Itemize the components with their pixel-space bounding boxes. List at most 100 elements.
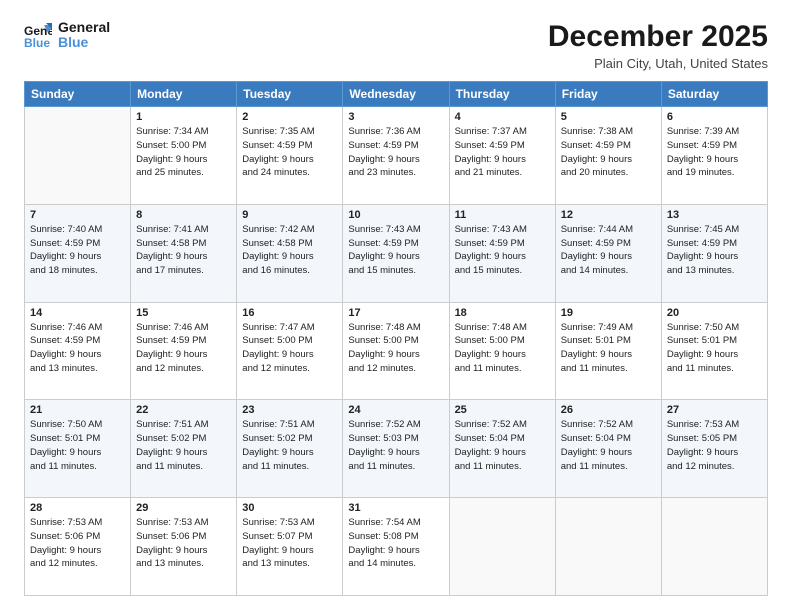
svg-text:Blue: Blue xyxy=(24,36,50,49)
day-info-line: Daylight: 9 hours xyxy=(455,349,526,360)
day-info-line: Daylight: 9 hours xyxy=(667,447,738,458)
day-info-line: Sunrise: 7:52 AM xyxy=(455,419,527,430)
day-info-line: and 13 minutes. xyxy=(667,265,735,276)
day-info-line: and 11 minutes. xyxy=(455,363,522,374)
location: Plain City, Utah, United States xyxy=(548,56,768,71)
day-info-line: and 18 minutes. xyxy=(30,265,98,276)
day-info-line: Sunset: 4:59 PM xyxy=(348,140,418,151)
day-info: Sunrise: 7:51 AMSunset: 5:02 PMDaylight:… xyxy=(242,418,337,473)
day-number: 14 xyxy=(30,307,125,319)
day-info-line: Sunrise: 7:51 AM xyxy=(136,419,208,430)
day-info: Sunrise: 7:54 AMSunset: 5:08 PMDaylight:… xyxy=(348,516,443,571)
day-info-line: and 12 minutes. xyxy=(242,363,310,374)
day-info-line: and 11 minutes. xyxy=(136,461,203,472)
day-number: 23 xyxy=(242,404,337,416)
day-info-line: Sunset: 4:59 PM xyxy=(242,140,312,151)
day-info-line: Sunrise: 7:42 AM xyxy=(242,224,314,235)
day-info-line: Daylight: 9 hours xyxy=(30,251,101,262)
day-info-line: Sunrise: 7:36 AM xyxy=(348,126,420,137)
day-info-line: Daylight: 9 hours xyxy=(30,349,101,360)
day-number: 3 xyxy=(348,111,443,123)
day-info-line: Daylight: 9 hours xyxy=(242,349,313,360)
day-info: Sunrise: 7:43 AMSunset: 4:59 PMDaylight:… xyxy=(348,223,443,278)
calendar-cell: 27Sunrise: 7:53 AMSunset: 5:05 PMDayligh… xyxy=(661,400,767,498)
day-number: 13 xyxy=(667,209,762,221)
day-info-line: and 15 minutes. xyxy=(348,265,416,276)
day-info-line: and 20 minutes. xyxy=(561,167,629,178)
day-info-line: Sunrise: 7:45 AM xyxy=(667,224,739,235)
calendar-cell: 25Sunrise: 7:52 AMSunset: 5:04 PMDayligh… xyxy=(449,400,555,498)
calendar-cell: 15Sunrise: 7:46 AMSunset: 4:59 PMDayligh… xyxy=(131,302,237,400)
day-info-line: Sunset: 5:08 PM xyxy=(348,531,418,542)
day-info: Sunrise: 7:41 AMSunset: 4:58 PMDaylight:… xyxy=(136,223,231,278)
day-info-line: Sunrise: 7:49 AM xyxy=(561,322,633,333)
calendar-week-row: 14Sunrise: 7:46 AMSunset: 4:59 PMDayligh… xyxy=(25,302,768,400)
logo-general: General xyxy=(58,20,110,35)
day-number: 27 xyxy=(667,404,762,416)
calendar-header-saturday: Saturday xyxy=(661,82,767,107)
day-info-line: Sunset: 5:04 PM xyxy=(561,433,631,444)
day-info-line: Sunrise: 7:44 AM xyxy=(561,224,633,235)
day-info-line: Sunrise: 7:53 AM xyxy=(136,517,208,528)
day-info: Sunrise: 7:49 AMSunset: 5:01 PMDaylight:… xyxy=(561,321,656,376)
day-info: Sunrise: 7:53 AMSunset: 5:06 PMDaylight:… xyxy=(30,516,125,571)
day-info: Sunrise: 7:39 AM Sunset: 4:59 PM Daylight:… xyxy=(667,125,762,180)
calendar-cell: 12Sunrise: 7:44 AMSunset: 4:59 PMDayligh… xyxy=(555,204,661,302)
day-number: 28 xyxy=(30,502,125,514)
day-info-line: Sunrise: 7:52 AM xyxy=(561,419,633,430)
calendar-header-wednesday: Wednesday xyxy=(343,82,449,107)
day-number: 25 xyxy=(455,404,550,416)
day-info-line: Sunset: 4:59 PM xyxy=(455,140,525,151)
day-info-line: Sunrise: 7:50 AM xyxy=(30,419,102,430)
calendar-cell: 6Sunrise: 7:39 AMSunset: 4:59 PMDaylight… xyxy=(661,107,767,205)
day-info-line: and 14 minutes. xyxy=(561,265,629,276)
logo: General Blue General Blue xyxy=(24,20,110,51)
calendar-cell: 10Sunrise: 7:43 AMSunset: 4:59 PMDayligh… xyxy=(343,204,449,302)
day-info-line: Sunrise: 7:53 AM xyxy=(30,517,102,528)
day-info-line: Daylight: 9 hours xyxy=(348,447,419,458)
calendar-cell xyxy=(449,498,555,596)
day-number: 21 xyxy=(30,404,125,416)
day-info-line: Sunset: 5:00 PM xyxy=(136,140,206,151)
calendar-week-row: 28Sunrise: 7:53 AMSunset: 5:06 PMDayligh… xyxy=(25,498,768,596)
day-info: Sunrise: 7:45 AMSunset: 4:59 PMDaylight:… xyxy=(667,223,762,278)
calendar-cell: 24Sunrise: 7:52 AMSunset: 5:03 PMDayligh… xyxy=(343,400,449,498)
day-info-line: Sunset: 4:59 PM xyxy=(667,140,737,151)
day-info: Sunrise: 7:34 AMSunset: 5:00 PMDaylight:… xyxy=(136,125,231,180)
day-info-line: Sunset: 5:06 PM xyxy=(136,531,206,542)
day-number: 7 xyxy=(30,209,125,221)
calendar-cell: 31Sunrise: 7:54 AMSunset: 5:08 PMDayligh… xyxy=(343,498,449,596)
day-number: 4 xyxy=(455,111,550,123)
day-info-line: Daylight: 9 hours xyxy=(136,251,207,262)
day-info-line: Daylight: 9 hours xyxy=(455,447,526,458)
day-info-line: Sunrise: 7:47 AM xyxy=(242,322,314,333)
day-info-line: Daylight: 9 hours xyxy=(348,545,419,556)
day-info-line: Sunset: 4:59 PM xyxy=(30,335,100,346)
day-number: 15 xyxy=(136,307,231,319)
day-number: 18 xyxy=(455,307,550,319)
day-info-line: Daylight: 9 hours xyxy=(242,447,313,458)
calendar-cell: 29Sunrise: 7:53 AMSunset: 5:06 PMDayligh… xyxy=(131,498,237,596)
day-info: Sunrise: 7:50 AMSunset: 5:01 PMDaylight:… xyxy=(667,321,762,376)
day-info-line: and 13 minutes. xyxy=(242,558,310,569)
header: General Blue General Blue December 2025 … xyxy=(24,20,768,71)
logo-icon: General Blue xyxy=(24,21,52,49)
calendar-cell: 23 Sunrise: 7:51 AMSunset: 5:02 PMDayligh… xyxy=(237,400,343,498)
day-info-line: Sunrise: 7:39 AM xyxy=(667,126,739,137)
day-info-line: and 13 minutes. xyxy=(136,558,204,569)
calendar-cell: 9Sunrise: 7:42 AMSunset: 4:58 PMDaylight… xyxy=(237,204,343,302)
day-info-line: Sunset: 5:02 PM xyxy=(136,433,206,444)
day-info: Sunrise: 7:51 AMSunset: 5:02 PMDaylight:… xyxy=(136,418,231,473)
day-info-line: and 12 minutes. xyxy=(30,558,98,569)
page: General Blue General Blue December 2025 … xyxy=(0,0,792,612)
day-info-line: Daylight: 9 hours xyxy=(667,154,738,165)
day-number: 2 xyxy=(242,111,337,123)
day-info-line: Daylight: 9 hours xyxy=(136,545,207,556)
month-title: December 2025 xyxy=(548,20,768,54)
day-info-line: Sunrise: 7:48 AM xyxy=(348,322,420,333)
day-info-line: and 21 minutes. xyxy=(455,167,523,178)
day-info-line: Sunrise: 7:38 AM xyxy=(561,126,633,137)
calendar-cell: 4Sunrise: 7:37 AMSunset: 4:59 PMDaylight… xyxy=(449,107,555,205)
day-info: Sunrise: 7:48 AMSunset: 5:00 PMDaylight:… xyxy=(455,321,550,376)
day-number: 1 xyxy=(136,111,231,123)
